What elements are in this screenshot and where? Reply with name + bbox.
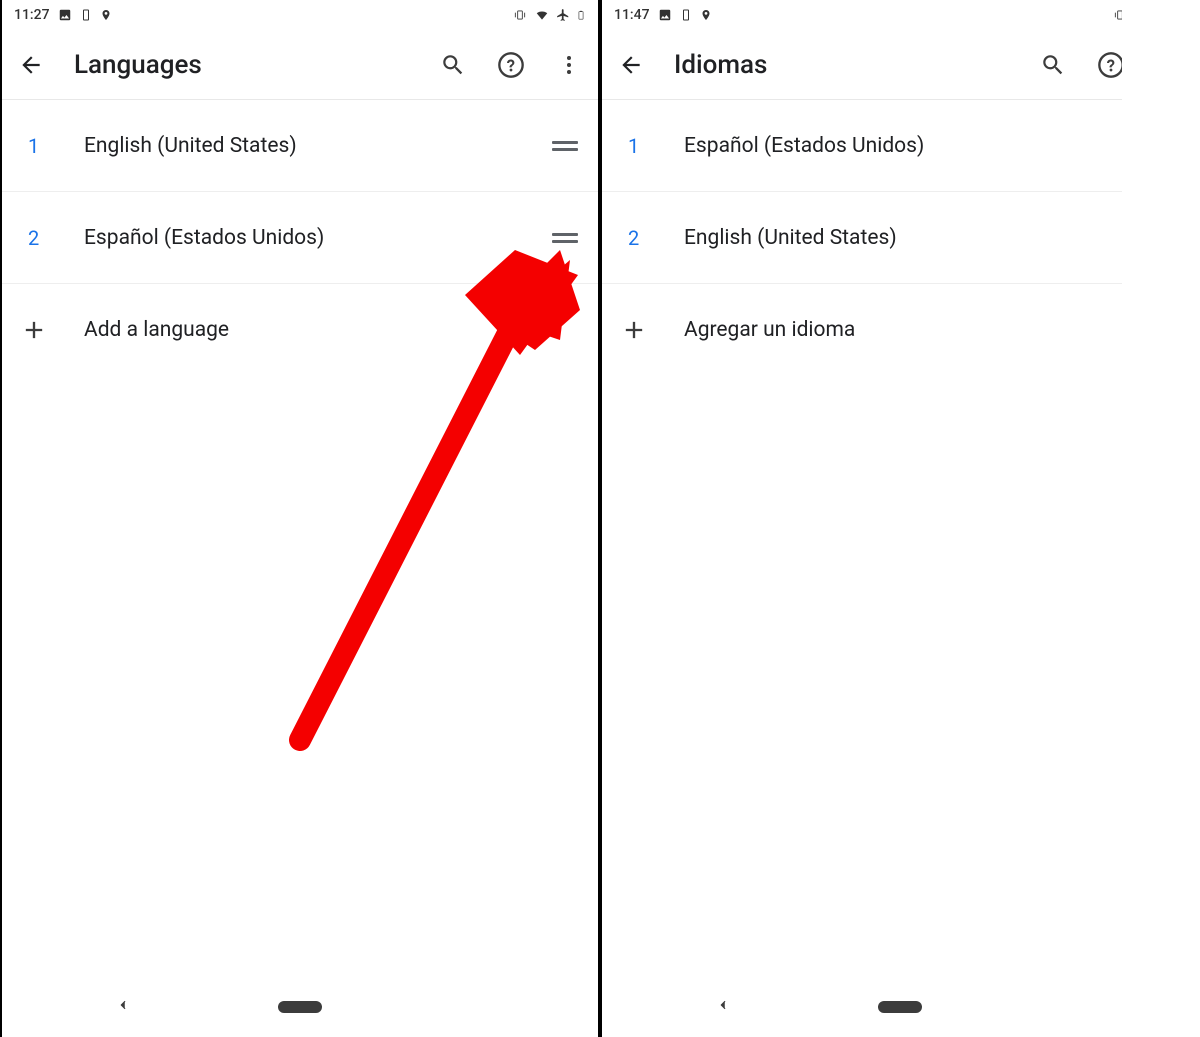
- nav-home-pill[interactable]: [278, 1001, 322, 1013]
- search-button[interactable]: [438, 50, 468, 80]
- language-item[interactable]: 1 Español (Estados Unidos): [602, 100, 1198, 192]
- vibrate-icon: [1112, 8, 1128, 22]
- back-button[interactable]: [616, 50, 646, 80]
- location-icon: [100, 8, 112, 22]
- language-priority-number: 1: [28, 134, 68, 158]
- page-title: Languages: [74, 50, 410, 80]
- status-bar: 11:47: [602, 0, 1198, 30]
- language-item[interactable]: 2 Español (Estados Unidos): [2, 192, 598, 284]
- battery-icon: [1176, 8, 1186, 22]
- overflow-menu-button[interactable]: [1154, 50, 1184, 80]
- app-bar: Languages: [2, 30, 598, 100]
- overflow-menu-button[interactable]: [554, 50, 584, 80]
- app-bar: Idiomas: [602, 30, 1198, 100]
- add-language-button[interactable]: Add a language: [2, 284, 598, 376]
- nav-back-button[interactable]: [716, 995, 730, 1019]
- language-priority-number: 1: [628, 134, 668, 158]
- back-button[interactable]: [16, 50, 46, 80]
- language-name: Español (Estados Unidos): [68, 226, 552, 250]
- page-title: Idiomas: [674, 50, 1010, 80]
- search-button[interactable]: [1038, 50, 1068, 80]
- add-language-button[interactable]: Agregar un idioma: [602, 284, 1198, 376]
- drag-handle-icon[interactable]: [1152, 136, 1178, 156]
- airplane-icon: [1156, 8, 1170, 22]
- drag-handle-icon[interactable]: [552, 228, 578, 248]
- help-button[interactable]: [496, 50, 526, 80]
- language-priority-number: 2: [28, 226, 68, 250]
- status-bar: 11:27: [2, 0, 598, 30]
- language-item[interactable]: 2 English (United States): [602, 192, 1198, 284]
- status-time: 11:47: [614, 7, 650, 23]
- nav-home-pill[interactable]: [878, 1001, 922, 1013]
- add-language-label: Agregar un idioma: [660, 318, 855, 342]
- location-icon: [700, 8, 712, 22]
- device-icon: [80, 8, 92, 22]
- language-name: English (United States): [68, 134, 552, 158]
- drag-handle-icon[interactable]: [552, 136, 578, 156]
- vibrate-icon: [512, 8, 528, 22]
- plus-icon: [620, 316, 660, 344]
- language-name: Español (Estados Unidos): [668, 134, 1152, 158]
- wifi-icon: [534, 8, 550, 22]
- image-icon: [658, 8, 672, 22]
- phone-screen-left: 11:27 Languages 1 English (United States…: [0, 0, 600, 1037]
- airplane-icon: [556, 8, 570, 22]
- language-item[interactable]: 1 English (United States): [2, 100, 598, 192]
- image-icon: [58, 8, 72, 22]
- phone-screen-right: 11:47 Idiomas 1 Español (Estados Unidos): [600, 0, 1200, 1037]
- navigation-bar: [602, 977, 1198, 1037]
- add-language-label: Add a language: [60, 318, 229, 342]
- help-button[interactable]: [1096, 50, 1126, 80]
- drag-handle-icon[interactable]: [1152, 228, 1178, 248]
- battery-icon: [576, 8, 586, 22]
- language-priority-number: 2: [628, 226, 668, 250]
- wifi-icon: [1134, 8, 1150, 22]
- language-name: English (United States): [668, 226, 1152, 250]
- status-time: 11:27: [14, 7, 50, 23]
- nav-back-button[interactable]: [116, 995, 130, 1019]
- plus-icon: [20, 316, 60, 344]
- device-icon: [680, 8, 692, 22]
- navigation-bar: [2, 977, 598, 1037]
